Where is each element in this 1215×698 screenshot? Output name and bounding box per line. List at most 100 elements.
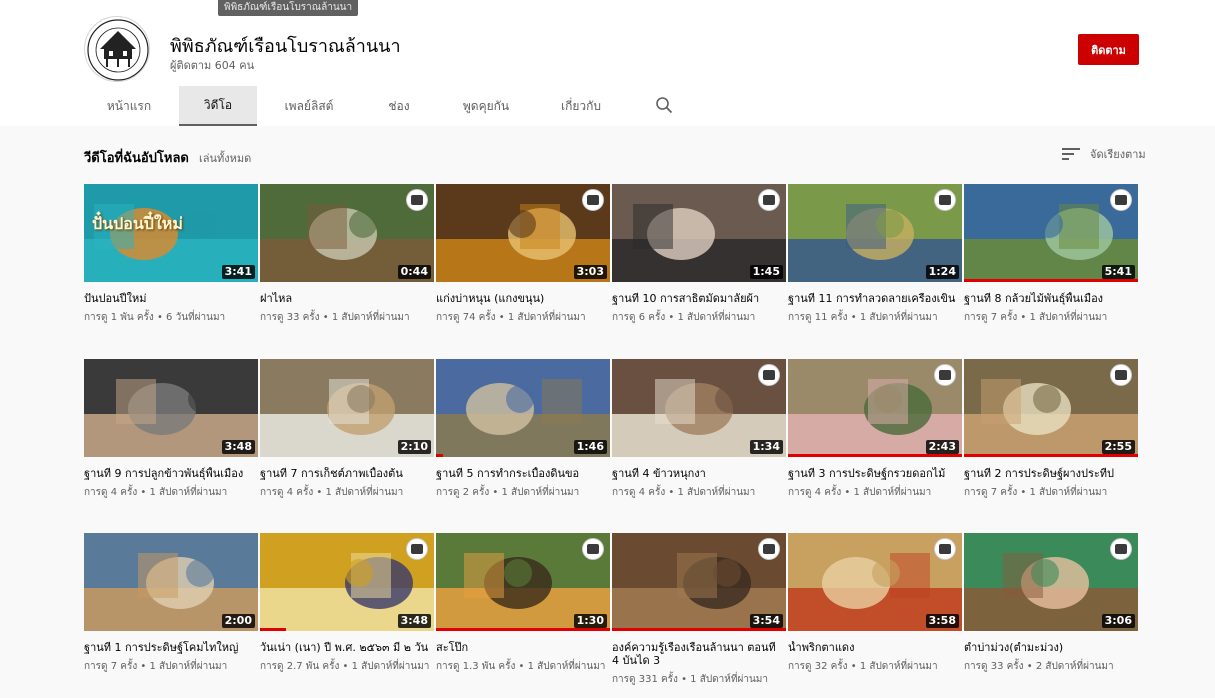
video-card[interactable]: 3:06 ตำบ่าม่วง(ตำมะม่วง) การดู 33 ครั้ง … xyxy=(964,533,1138,673)
video-title[interactable]: น้ำพริกตาแดง xyxy=(788,641,962,654)
video-thumbnail[interactable]: 2:10 xyxy=(260,359,434,457)
channel-watermark-icon xyxy=(758,538,780,560)
video-duration: 3:48 xyxy=(221,440,255,454)
channel-watermark-icon xyxy=(1110,538,1132,560)
tab-videos[interactable]: วิดีโอ xyxy=(179,86,257,126)
play-all-link[interactable]: เล่นทั้งหมด xyxy=(199,149,251,167)
video-title[interactable]: ฐานที่ 7 การเก็ชต์ภาพเบื้องต้น xyxy=(260,467,434,480)
video-title[interactable]: ฐานที่ 10 การสาธิตมัดมาลัยผ้า xyxy=(612,292,786,305)
channel-avatar[interactable] xyxy=(84,16,150,82)
video-title[interactable]: ฐานที่ 5 การทำกระเบื้องดินขอ xyxy=(436,467,610,480)
video-title[interactable]: ฐานที่ 2 การประดิษฐ์ผางประทีป xyxy=(964,467,1138,480)
video-title[interactable]: สะโป๊ก xyxy=(436,641,610,654)
video-duration: 2:10 xyxy=(397,440,431,454)
video-thumbnail[interactable]: 0:44 xyxy=(260,184,434,282)
video-card[interactable]: 3:54 องค์ความรู้เรื่องเรือนล้านนา ตอนที่… xyxy=(612,533,786,686)
video-card[interactable]: 1:24 ฐานที่ 11 การทำลวดลายเครื่องเขิน กา… xyxy=(788,184,962,324)
video-title[interactable]: ฐานที่ 11 การทำลวดลายเครื่องเขิน xyxy=(788,292,962,305)
video-thumbnail[interactable]: 2:00 xyxy=(84,533,258,631)
video-thumbnail[interactable]: 1:24 xyxy=(788,184,962,282)
video-meta: การดู 7 ครั้ง • 1 สัปดาห์ที่ผ่านมา xyxy=(964,312,1108,323)
video-card[interactable]: 2:43 ฐานที่ 3 การประดิษฐ์กรวยดอกไม้ การด… xyxy=(788,359,962,499)
video-meta: การดู 7 ครั้ง • 1 สัปดาห์ที่ผ่านมา xyxy=(964,487,1108,498)
video-title[interactable]: ฐานที่ 4 ข้าวหนุกงา xyxy=(612,467,786,480)
video-card[interactable]: 2:55 ฐานที่ 2 การประดิษฐ์ผางประทีป การดู… xyxy=(964,359,1138,499)
video-duration: 1:46 xyxy=(573,440,607,454)
channel-watermark-icon xyxy=(1110,364,1132,386)
video-card[interactable]: 1:34 ฐานที่ 4 ข้าวหนุกงา การดู 4 ครั้ง •… xyxy=(612,359,786,499)
video-card[interactable]: 3:48 ฐานที่ 9 การปลูกข้าวพันธุ์พื้นเมือง… xyxy=(84,359,258,499)
video-title[interactable]: ฐานที่ 1 การประดิษฐ์โคมไทใหญ่ xyxy=(84,641,258,654)
video-thumbnail[interactable]: 2:55 xyxy=(964,359,1138,457)
video-card[interactable]: 5:41 ฐานที่ 8 กล้วยไม้พันธุ์พื้นเมือง กา… xyxy=(964,184,1138,324)
tab-home[interactable]: หน้าแรก xyxy=(84,86,174,126)
video-thumbnail[interactable]: 1:45 xyxy=(612,184,786,282)
video-duration: 3:41 xyxy=(221,265,255,279)
video-thumbnail[interactable]: 3:48 xyxy=(84,359,258,457)
video-meta: การดู 331 ครั้ง • 1 สัปดาห์ที่ผ่านมา xyxy=(612,674,768,685)
video-meta: การดู 7 ครั้ง • 1 สัปดาห์ที่ผ่านมา xyxy=(84,661,228,672)
video-card[interactable]: 1:46 ฐานที่ 5 การทำกระเบื้องดินขอ การดู … xyxy=(436,359,610,499)
channel-tabs: หน้าแรก วิดีโอ เพลย์ลิสต์ ช่อง พูดคุยกัน… xyxy=(84,86,784,126)
video-title[interactable]: วันเน่า (เนา) ปี พ.ศ. ๒๕๖๓ มี ๒ วัน xyxy=(260,641,434,654)
tab-discussion[interactable]: พูดคุยกัน xyxy=(444,86,528,126)
video-thumbnail[interactable]: 3:06 xyxy=(964,533,1138,631)
channel-watermark-icon xyxy=(934,189,956,211)
video-duration: 3:58 xyxy=(925,614,959,628)
video-title[interactable]: ฐานที่ 9 การปลูกข้าวพันธุ์พื้นเมือง xyxy=(84,467,258,480)
video-thumbnail[interactable]: 3:48 xyxy=(260,533,434,631)
video-thumbnail[interactable]: 5:41 xyxy=(964,184,1138,282)
video-title[interactable]: แก่งบ่าหนุน (แกงขนุน) xyxy=(436,292,610,305)
channel-watermark-icon xyxy=(758,364,780,386)
search-icon[interactable] xyxy=(655,96,673,114)
video-thumbnail[interactable]: 2:43 xyxy=(788,359,962,457)
video-card[interactable]: 3:03 แก่งบ่าหนุน (แกงขนุน) การดู 74 ครั้… xyxy=(436,184,610,324)
video-card[interactable]: 2:00 ฐานที่ 1 การประดิษฐ์โคมไทใหญ่ การดู… xyxy=(84,533,258,673)
video-meta: การดู 4 ครั้ง • 1 สัปดาห์ที่ผ่านมา xyxy=(260,487,404,498)
watch-progress-bar xyxy=(436,628,610,631)
video-thumbnail[interactable]: 3:54 xyxy=(612,533,786,631)
video-title[interactable]: ฐานที่ 3 การประดิษฐ์กรวยดอกไม้ xyxy=(788,467,962,480)
tab-playlists[interactable]: เพลย์ลิสต์ xyxy=(269,86,349,126)
watch-progress-bar xyxy=(964,454,1138,457)
video-title[interactable]: ปั่นปอนปี๋ใหม่ xyxy=(84,292,258,305)
channel-watermark-icon xyxy=(1110,189,1132,211)
video-card[interactable]: 3:58 น้ำพริกตาแดง การดู 32 ครั้ง • 1 สัป… xyxy=(788,533,962,673)
video-card[interactable]: 1:30 สะโป๊ก การดู 1.3 พัน ครั้ง • 1 สัปด… xyxy=(436,533,610,673)
video-meta: การดู 1 พัน ครั้ง • 6 วันที่ผ่านมา xyxy=(84,312,226,323)
video-duration: 1:34 xyxy=(749,440,783,454)
video-duration: 1:30 xyxy=(573,614,607,628)
video-title[interactable]: ฐานที่ 8 กล้วยไม้พันธุ์พื้นเมือง xyxy=(964,292,1138,305)
video-card[interactable]: 1:45 ฐานที่ 10 การสาธิตมัดมาลัยผ้า การดู… xyxy=(612,184,786,324)
video-card[interactable]: 3:48 วันเน่า (เนา) ปี พ.ศ. ๒๕๖๓ มี ๒ วัน… xyxy=(260,533,434,673)
watch-progress-bar xyxy=(436,454,443,457)
sort-button[interactable]: จัดเรียงตาม xyxy=(1062,145,1146,163)
video-duration: 1:24 xyxy=(925,265,959,279)
video-card[interactable]: 2:10 ฐานที่ 7 การเก็ชต์ภาพเบื้องต้น การด… xyxy=(260,359,434,499)
video-thumbnail[interactable]: 3:03 xyxy=(436,184,610,282)
video-thumbnail[interactable]: 1:30 xyxy=(436,533,610,631)
tab-about[interactable]: เกี่ยวกับ xyxy=(544,86,618,126)
channel-watermark-icon xyxy=(582,538,604,560)
video-card[interactable]: 0:44 ฝาไหล การดู 33 ครั้ง • 1 สัปดาห์ที่… xyxy=(260,184,434,324)
subscribe-button[interactable]: ติดตาม xyxy=(1078,34,1139,65)
tooltip: พิพิธภัณฑ์เรือนโบราณล้านนา xyxy=(218,0,358,16)
video-meta: การดู 4 ครั้ง • 1 สัปดาห์ที่ผ่านมา xyxy=(788,487,932,498)
video-meta: การดู 74 ครั้ง • 1 สัปดาห์ที่ผ่านมา xyxy=(436,312,586,323)
video-thumbnail[interactable]: 3:58 xyxy=(788,533,962,631)
video-thumbnail[interactable]: 1:34 xyxy=(612,359,786,457)
video-thumbnail[interactable]: ปั๋นปอนปี๋ใหม่ 3:41 xyxy=(84,184,258,282)
video-duration: 3:48 xyxy=(397,614,431,628)
video-title[interactable]: องค์ความรู้เรื่องเรือนล้านนา ตอนที่ 4 บั… xyxy=(612,641,786,667)
video-meta: การดู 33 ครั้ง • 2 สัปดาห์ที่ผ่านมา xyxy=(964,661,1114,672)
subscriber-count: ผู้ติดตาม 604 คน xyxy=(170,59,255,72)
video-card[interactable]: ปั๋นปอนปี๋ใหม่ 3:41 ปั่นปอนปี๋ใหม่ การดู… xyxy=(84,184,258,324)
video-thumbnail[interactable]: 1:46 xyxy=(436,359,610,457)
video-duration: 5:41 xyxy=(1101,265,1135,279)
channel-watermark-icon xyxy=(934,364,956,386)
video-title[interactable]: ฝาไหล xyxy=(260,292,434,305)
channel-watermark-icon xyxy=(582,189,604,211)
video-title[interactable]: ตำบ่าม่วง(ตำมะม่วง) xyxy=(964,641,1138,654)
thumbnail-overlay-text: ปั๋นปอนปี๋ใหม่ xyxy=(92,214,183,233)
tab-channels[interactable]: ช่อง xyxy=(369,86,429,126)
